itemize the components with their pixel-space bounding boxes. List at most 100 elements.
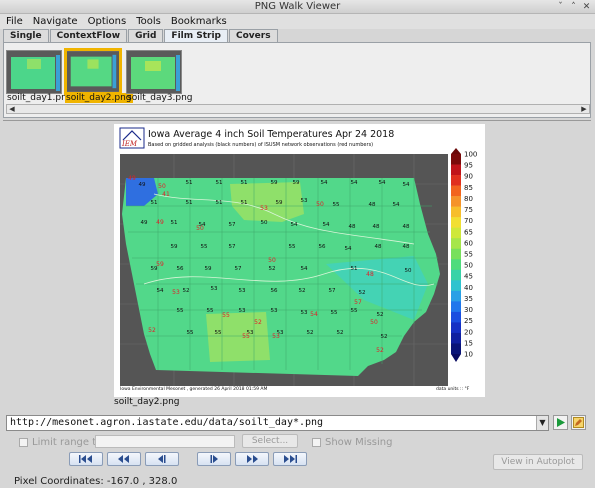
grid-value: 59 — [171, 244, 178, 250]
grid-value: 57 — [229, 244, 236, 250]
title-bar: PNG Walk Viewer ˇ ˄ ✕ — [0, 0, 595, 14]
limit-range-input[interactable] — [95, 435, 235, 448]
minimize-button[interactable]: ˇ — [555, 2, 566, 12]
colorbar-tick-label: 90 — [464, 173, 473, 181]
play-icon — [557, 418, 565, 427]
grid-value: 53 — [239, 308, 246, 314]
tab-single[interactable]: Single — [3, 29, 49, 42]
scroll-left-icon[interactable]: ◀ — [7, 104, 17, 114]
map-title: Iowa Average 4 inch Soil Temperatures Ap… — [148, 129, 394, 140]
fast-forward-icon — [247, 455, 258, 463]
menu-bookmarks[interactable]: Bookmarks — [171, 16, 227, 27]
grid-value: 49 — [141, 220, 148, 226]
pixel-coordinates-value: -167.0 , 328.0 — [106, 476, 178, 487]
grid-value: 51 — [241, 200, 248, 206]
map-svg: IEM Iowa Average 4 inch Soil Temperature… — [119, 127, 477, 392]
grid-value: 55 — [187, 330, 194, 336]
grid-value: 48 — [349, 224, 356, 230]
grid-value: 53 — [301, 198, 308, 204]
colorbar: 100 95 90 85 80 75 70 65 60 55 50 45 40 35 30 25 20 15 10 — [451, 148, 477, 362]
thumbnail-1[interactable] — [6, 50, 62, 94]
grid-value: 51 — [151, 200, 158, 206]
tab-contextflow[interactable]: ContextFlow — [49, 29, 128, 42]
scroll-right-icon[interactable]: ▶ — [579, 104, 589, 114]
film-strip-panel: soilt_day1.png soilt_day2.png soilt_day3… — [3, 42, 591, 118]
thumbnail-label-3[interactable]: soilt_day3.png — [126, 93, 194, 103]
grid-value: 55 — [215, 330, 222, 336]
fast-backward-icon — [118, 455, 129, 463]
grid-value: 57 — [235, 266, 242, 272]
grid-value: 49 — [139, 182, 146, 188]
station-value: 50 — [196, 225, 204, 232]
select-range-button[interactable]: Select... — [242, 434, 298, 448]
tab-film-strip[interactable]: Film Strip — [164, 29, 229, 42]
first-image-button[interactable] — [69, 452, 103, 466]
colorbar-tick-label: 40 — [464, 284, 473, 292]
show-missing-checkbox[interactable] — [312, 437, 321, 447]
maximize-button[interactable]: ˄ — [568, 2, 579, 12]
filmstrip-scrollbar[interactable]: ◀ ▶ — [6, 104, 590, 114]
skip-to-first-icon — [79, 455, 92, 463]
colorbar-segment — [451, 280, 461, 292]
menu-file[interactable]: File — [6, 16, 23, 27]
colorbar-segment — [451, 248, 461, 260]
grid-value: 51 — [241, 180, 248, 186]
go-button[interactable] — [553, 415, 568, 430]
show-missing-label: Show Missing — [325, 436, 393, 448]
thumbnail-2-selected[interactable] — [64, 48, 122, 95]
view-in-autoplot-button[interactable]: View in Autoplot — [493, 454, 583, 470]
colorbar-segment — [451, 269, 461, 281]
colorbar-segment — [451, 185, 461, 197]
grid-value: 50 — [405, 268, 412, 274]
grid-value: 48 — [373, 224, 380, 230]
colorbar-tick-label: 20 — [464, 328, 473, 336]
grid-value: 56 — [271, 288, 278, 294]
colorbar-tick-label: 35 — [464, 295, 473, 303]
colorbar-segment — [451, 343, 461, 355]
soil-temperature-map[interactable]: IEM Iowa Average 4 inch Soil Temperature… — [114, 124, 485, 397]
limit-range-checkbox[interactable] — [19, 437, 28, 447]
skip-to-last-icon — [284, 455, 297, 463]
url-template-combo[interactable]: http://mesonet.agron.iastate.edu/data/so… — [6, 415, 549, 431]
colorbar-segment — [451, 196, 461, 207]
url-template-text[interactable]: http://mesonet.agron.iastate.edu/data/so… — [10, 417, 323, 428]
station-value: 49 — [128, 175, 136, 182]
colorbar-tick-label: 60 — [464, 239, 473, 247]
station-value: 50 — [316, 201, 324, 208]
thumbnail-label-2[interactable]: soilt_day2.png — [65, 93, 133, 103]
grid-value: 48 — [403, 224, 410, 230]
grid-value: 57 — [329, 288, 336, 294]
colorbar-tick-label: 30 — [464, 306, 473, 314]
next-image-button[interactable] — [197, 452, 231, 466]
last-image-button[interactable] — [273, 452, 307, 466]
grid-value: 54 — [393, 202, 400, 208]
close-button[interactable]: ✕ — [581, 2, 592, 12]
tab-grid[interactable]: Grid — [128, 29, 164, 42]
edit-button[interactable] — [571, 415, 586, 430]
grid-value: 52 — [377, 312, 384, 318]
tab-covers[interactable]: Covers — [229, 29, 278, 42]
station-value: 52 — [254, 319, 262, 326]
page-back-button[interactable] — [107, 452, 141, 466]
menu-tools[interactable]: Tools — [136, 16, 161, 27]
colorbar-segment — [451, 290, 461, 302]
previous-image-button[interactable] — [145, 452, 179, 466]
colorbar-tick-label: 50 — [464, 262, 473, 270]
grid-value: 54 — [403, 182, 410, 188]
menu-options[interactable]: Options — [88, 16, 127, 27]
grid-value: 51 — [186, 180, 193, 186]
image-view: IEM Iowa Average 4 inch Soil Temperature… — [3, 120, 591, 410]
thumbnail-3[interactable] — [126, 50, 182, 94]
grid-value: 54 — [157, 288, 164, 294]
colorbar-tick-label: 15 — [464, 339, 473, 347]
grid-value: 55 — [177, 308, 184, 314]
station-value: 53 — [260, 205, 268, 212]
chevron-down-icon[interactable]: ▼ — [536, 416, 548, 430]
menu-navigate[interactable]: Navigate — [33, 16, 78, 27]
page-forward-button[interactable] — [235, 452, 269, 466]
station-value: 50 — [370, 319, 378, 326]
colorbar-tick-label: 10 — [464, 351, 473, 359]
grid-value: 59 — [276, 200, 283, 206]
colorbar-tick-label: 85 — [464, 184, 473, 192]
pixel-coordinates-status: Pixel Coordinates: -167.0 , 328.0 — [14, 476, 177, 487]
